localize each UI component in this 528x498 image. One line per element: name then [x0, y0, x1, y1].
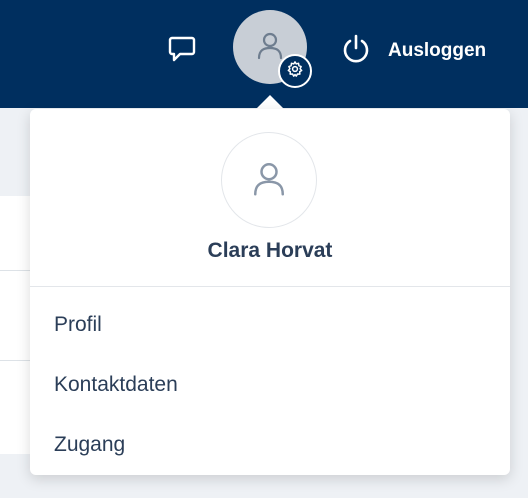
logout-button[interactable]: Ausloggen	[340, 34, 486, 68]
dropdown-caret	[256, 95, 284, 109]
user-icon	[249, 158, 289, 203]
user-name: Clara Horvat	[207, 239, 333, 262]
profile-avatar	[221, 132, 317, 228]
menu-divider	[30, 286, 510, 287]
menu-item-kontaktdaten[interactable]: Kontaktdaten	[54, 373, 178, 397]
chat-button[interactable]	[165, 34, 199, 68]
menu-item-zugang[interactable]: Zugang	[54, 433, 125, 457]
chat-icon	[167, 34, 197, 69]
top-navigation-bar: Ausloggen	[0, 0, 528, 108]
menu-item-profil[interactable]: Profil	[54, 313, 102, 337]
power-icon	[340, 33, 372, 70]
gear-icon	[286, 60, 304, 83]
logout-label: Ausloggen	[388, 40, 487, 61]
profile-dropdown-menu: Clara Horvat Profil Kontaktdaten Zugang	[30, 109, 510, 475]
settings-badge[interactable]	[278, 54, 312, 88]
